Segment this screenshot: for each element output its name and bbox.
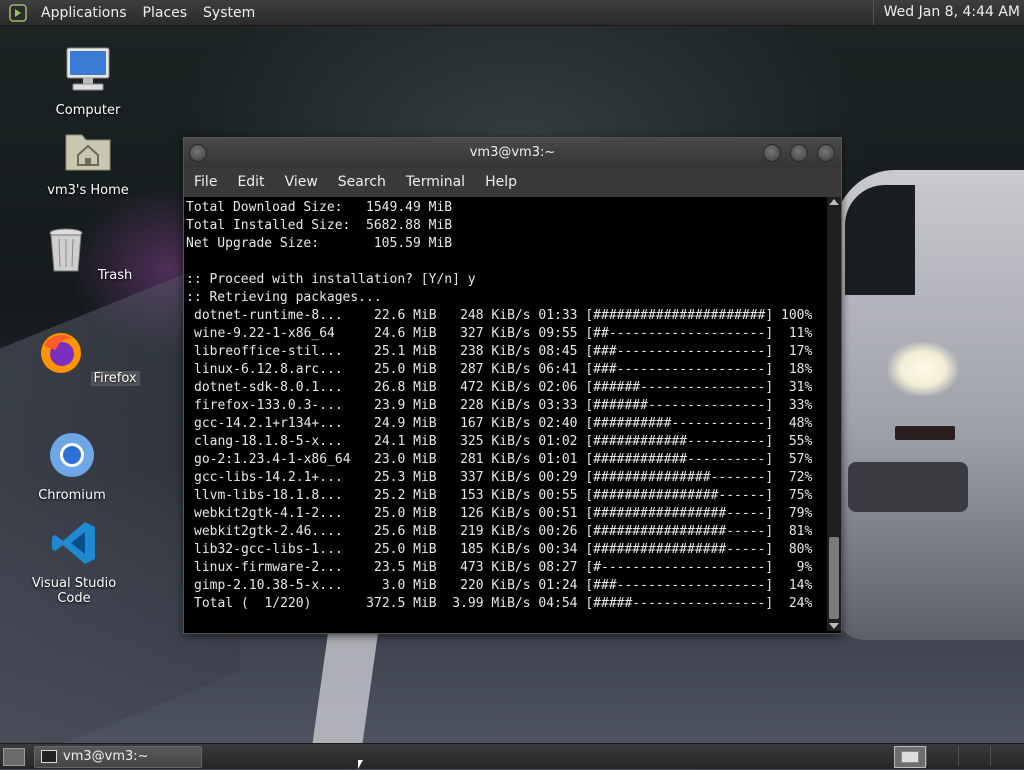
download-progress-line: webkit2gtk-4.1-2... 25.0 MiB 126 KiB/s 0… xyxy=(194,506,813,521)
menu-view[interactable]: View xyxy=(275,174,328,190)
download-progress-line: go-2:1.23.4-1-x86_64 23.0 MiB 281 KiB/s … xyxy=(194,452,813,467)
terminal-line: Total Download Size: 1549.49 MiB xyxy=(186,200,453,215)
terminal-line: Net Upgrade Size: 105.59 MiB xyxy=(186,236,453,251)
terminal-window[interactable]: vm3@vm3:~ File Edit View Search Terminal… xyxy=(183,137,842,634)
wallpaper-car-headlight xyxy=(888,342,958,396)
terminal-line: :: Proceed with installation? [Y/n] y xyxy=(186,272,476,287)
download-progress-line: linux-6.12.8.arc... 25.0 MiB 287 KiB/s 0… xyxy=(194,362,813,377)
download-progress-line: llvm-libs-18.1.8... 25.2 MiB 153 KiB/s 0… xyxy=(194,488,813,503)
download-progress-line: dotnet-sdk-8.0.1... 26.8 MiB 472 KiB/s 0… xyxy=(194,380,813,395)
terminal-icon xyxy=(41,750,57,763)
terminal-output[interactable]: Total Download Size: 1549.49 MiB Total I… xyxy=(184,197,827,631)
menu-help[interactable]: Help xyxy=(475,174,527,190)
firefox-icon xyxy=(41,333,82,373)
download-progress-line: linux-firmware-2... 23.5 MiB 473 KiB/s 0… xyxy=(194,560,813,575)
terminal-line: Total Installed Size: 5682.88 MiB xyxy=(186,218,453,233)
taskbar-terminal-button[interactable]: vm3@vm3:~ xyxy=(34,746,202,768)
download-progress-line: clang-18.1.8-5-x... 24.1 MiB 325 KiB/s 0… xyxy=(194,434,813,449)
minimize-icon[interactable] xyxy=(763,144,781,162)
show-desktop-button[interactable] xyxy=(3,748,25,766)
download-progress-line: gcc-14.2.1+r134+... 24.9 MiB 167 KiB/s 0… xyxy=(194,416,813,431)
desktop-icon-label: Trash xyxy=(97,268,133,283)
desktop-icon-label: vm3's Home xyxy=(47,183,129,198)
vscode-icon xyxy=(52,522,95,564)
clock[interactable]: Wed Jan 8, 4:44 AM xyxy=(872,0,1020,25)
top-panel: Applications Places System Wed Jan 8, 4:… xyxy=(0,0,1024,26)
places-menu[interactable]: Places xyxy=(135,5,196,21)
wallpaper-car-grille xyxy=(895,426,955,440)
menu-edit[interactable]: Edit xyxy=(227,174,274,190)
menu-terminal[interactable]: Terminal xyxy=(396,174,475,190)
download-progress-line: dotnet-runtime-8... 22.6 MiB 248 KiB/s 0… xyxy=(194,308,813,323)
applications-menu[interactable]: Applications xyxy=(33,5,135,21)
system-menu[interactable]: System xyxy=(195,5,263,21)
home-folder-icon xyxy=(65,134,111,171)
maximize-icon[interactable] xyxy=(790,144,808,162)
workspace-4[interactable] xyxy=(990,746,1021,766)
desktop-icon-label: Visual Studio Code xyxy=(31,576,117,606)
trash-icon xyxy=(49,228,83,272)
download-progress-line: lib32-gcc-libs-1... 25.0 MiB 185 KiB/s 0… xyxy=(194,542,813,557)
desktop-icon-trash[interactable]: Trash xyxy=(33,225,143,283)
desktop-icon-label: Firefox xyxy=(90,371,140,386)
download-progress-line: libreoffice-stil... 25.1 MiB 238 KiB/s 0… xyxy=(194,344,813,359)
workspace-window-thumbnail xyxy=(901,751,919,763)
terminal-scrollbar[interactable] xyxy=(827,197,841,631)
download-progress-line: wine-9.22-1-x86_64 24.6 MiB 327 KiB/s 09… xyxy=(194,326,813,341)
workspace-3[interactable] xyxy=(958,746,989,766)
wallpaper-car-window xyxy=(845,185,915,295)
menu-search[interactable]: Search xyxy=(328,174,396,190)
desktop-icon-firefox[interactable]: Firefox xyxy=(33,328,143,386)
workspace-1[interactable] xyxy=(894,746,926,768)
desktop-icon-computer[interactable]: Computer xyxy=(33,45,143,118)
scroll-down-icon[interactable] xyxy=(829,623,839,629)
desktop-icon-vscode[interactable]: Visual Studio Code xyxy=(19,518,129,606)
bottom-panel: vm3@vm3:~ xyxy=(0,743,1024,769)
terminal-titlebar[interactable]: vm3@vm3:~ xyxy=(184,138,841,167)
desktop-icon-label: Chromium xyxy=(38,488,106,503)
wallpaper-car-bumper xyxy=(848,462,968,512)
download-progress-line: gcc-libs-14.2.1+... 25.3 MiB 337 KiB/s 0… xyxy=(194,470,813,485)
scroll-up-icon[interactable] xyxy=(829,199,839,205)
mate-logo-icon[interactable] xyxy=(9,3,27,22)
close-icon[interactable] xyxy=(817,144,835,162)
desktop-icon-label: Computer xyxy=(55,103,121,118)
scrollbar-thumb[interactable] xyxy=(829,537,839,619)
download-progress-line: firefox-133.0.3-... 23.9 MiB 228 KiB/s 0… xyxy=(194,398,813,413)
download-progress-total: Total ( 1/220) 372.5 MiB 3.99 MiB/s 04:5… xyxy=(194,596,813,611)
computer-icon xyxy=(66,47,110,91)
desktop-icon-home[interactable]: vm3's Home xyxy=(33,125,143,198)
window-menu-icon[interactable] xyxy=(189,144,207,162)
terminal-line: :: Retrieving packages... xyxy=(186,290,382,305)
workspace-2[interactable] xyxy=(926,746,957,766)
menu-file[interactable]: File xyxy=(184,174,227,190)
taskbar-button-label: vm3@vm3:~ xyxy=(63,749,149,764)
desktop-icon-chromium[interactable]: Chromium xyxy=(17,430,127,503)
download-progress-line: gimp-2.10.38-5-x... 3.0 MiB 220 KiB/s 01… xyxy=(194,578,813,593)
terminal-menubar: File Edit View Search Terminal Help xyxy=(184,167,841,197)
chromium-icon xyxy=(50,433,94,477)
terminal-title: vm3@vm3:~ xyxy=(469,145,556,160)
download-progress-line: webkit2gtk-2.46.... 25.6 MiB 219 KiB/s 0… xyxy=(194,524,813,539)
